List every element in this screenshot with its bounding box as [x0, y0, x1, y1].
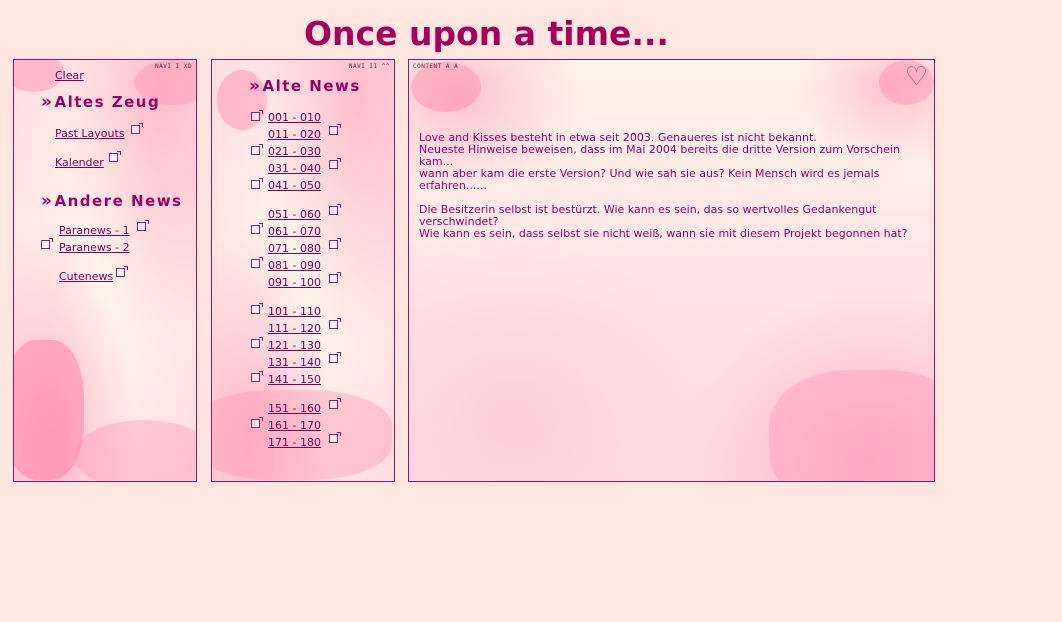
section-heading-label: Andere News	[54, 192, 183, 210]
bookmark-icon	[329, 238, 341, 249]
kalender-link[interactable]: Kalender	[55, 156, 104, 170]
archive-link-071-080[interactable]: 071 - 080	[268, 242, 321, 256]
section-heading-alte-news: »Alte News	[249, 77, 361, 95]
archive-link-111-120[interactable]: 111 - 120	[268, 322, 321, 336]
content-line: Die Besitzerin selbst ist bestürzt. Wie …	[419, 203, 877, 228]
page-title: Once upon a time...	[304, 14, 669, 53]
bookmark-icon	[109, 151, 121, 162]
archive-link-161-170[interactable]: 161 - 170	[268, 419, 321, 433]
bookmark-icon	[329, 318, 341, 329]
bookmark-icon	[329, 158, 341, 169]
bookmark-icon	[131, 123, 143, 134]
bookmark-icon	[329, 204, 341, 215]
raquo-icon: »	[41, 92, 54, 112]
paranews-1-link[interactable]: Paranews - 1	[59, 224, 130, 238]
section-heading-andere-news: »Andere News	[41, 192, 183, 210]
archive-link-131-140[interactable]: 131 - 140	[268, 356, 321, 370]
bookmark-icon	[251, 144, 263, 155]
bookmark-icon	[251, 110, 263, 121]
archive-link-151-160[interactable]: 151 - 160	[268, 402, 321, 416]
archive-link-001-010[interactable]: 001 - 010	[268, 111, 321, 125]
content-line: wann aber kam die erste Version? Und wie…	[419, 167, 880, 192]
heart-icon: ♡	[904, 62, 928, 92]
bookmark-icon	[251, 303, 263, 314]
section-heading-altes-zeug: »Altes Zeug	[41, 93, 160, 111]
bookmark-icon	[137, 220, 149, 231]
archive-link-031-040[interactable]: 031 - 040	[268, 162, 321, 176]
content-line: Neueste Hinweise beweisen, dass im Mai 2…	[419, 143, 900, 168]
bookmark-icon	[329, 124, 341, 135]
bookmark-icon	[329, 398, 341, 409]
content-line: Wie kann es sein, dass selbst sie nicht …	[419, 227, 908, 240]
cutenews-link[interactable]: Cutenews	[59, 270, 113, 284]
archive-link-081-090[interactable]: 081 - 090	[268, 259, 321, 273]
archive-link-141-150[interactable]: 141 - 150	[268, 373, 321, 387]
archive-link-011-020[interactable]: 011 - 020	[268, 128, 321, 142]
raquo-icon: »	[41, 191, 54, 211]
raquo-icon: »	[249, 76, 262, 96]
bookmark-icon	[251, 223, 263, 234]
brush-stroke-decoration	[74, 420, 196, 481]
archive-link-121-130[interactable]: 121 - 130	[268, 339, 321, 353]
bookmark-icon	[251, 337, 263, 348]
bookmark-icon	[251, 178, 263, 189]
bookmark-icon	[251, 257, 263, 268]
clear-link[interactable]: Clear	[55, 69, 84, 83]
panel-tag: NAVI I XD	[154, 63, 192, 70]
navi-panel-2: NAVI II ^^ »Alte News 001 - 010 011 - 02…	[211, 59, 395, 482]
section-heading-label: Alte News	[262, 77, 361, 95]
bookmark-icon	[116, 266, 128, 277]
archive-link-021-030[interactable]: 021 - 030	[268, 145, 321, 159]
archive-link-101-110[interactable]: 101 - 110	[268, 305, 321, 319]
bookmark-icon	[41, 238, 53, 249]
archive-link-171-180[interactable]: 171 - 180	[268, 436, 321, 450]
section-heading-label: Altes Zeug	[54, 93, 161, 111]
brush-stroke-decoration	[769, 370, 934, 481]
panel-tag: NAVI II ^^	[348, 63, 390, 70]
content-text: Love and Kisses besteht in etwa seit 200…	[419, 132, 924, 240]
bookmark-icon	[251, 371, 263, 382]
past-layouts-link[interactable]: Past Layouts	[55, 127, 125, 141]
archive-link-051-060[interactable]: 051 - 060	[268, 208, 321, 222]
bookmark-icon	[329, 432, 341, 443]
navi-panel-1: NAVI I XD Clear »Altes Zeug Past Layouts…	[13, 59, 197, 482]
bookmark-icon	[329, 272, 341, 283]
bookmark-icon	[329, 352, 341, 363]
paranews-2-link[interactable]: Paranews - 2	[59, 241, 130, 255]
archive-link-061-070[interactable]: 061 - 070	[268, 225, 321, 239]
bookmark-icon	[251, 417, 263, 428]
panel-tag: CONTENT A_A	[413, 63, 459, 70]
content-panel: ♡ CONTENT A_A Love and Kisses besteht in…	[408, 59, 935, 482]
archive-link-091-100[interactable]: 091 - 100	[268, 276, 321, 290]
hibiscus-decoration	[14, 340, 84, 480]
archive-link-041-050[interactable]: 041 - 050	[268, 179, 321, 193]
